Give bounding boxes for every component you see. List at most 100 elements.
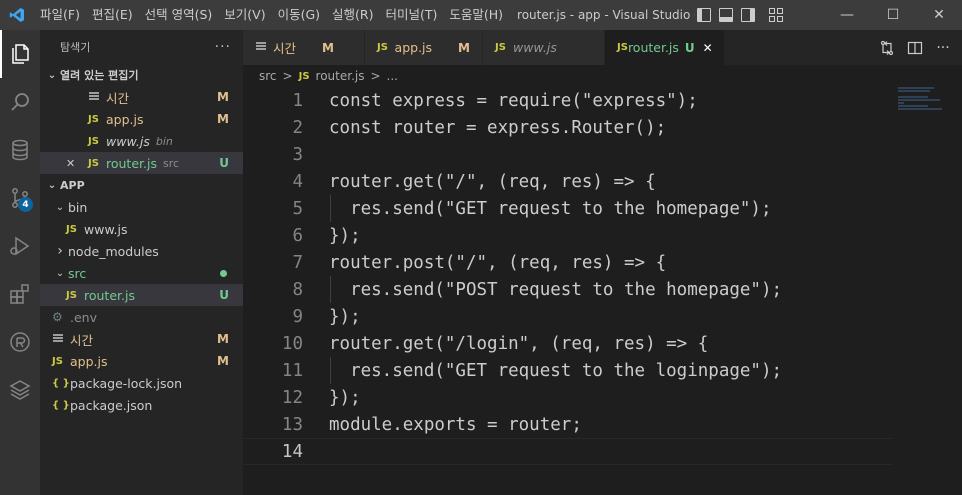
tab-www-js[interactable]: JS www.js bbox=[483, 30, 605, 65]
remote-icon[interactable] bbox=[0, 318, 40, 366]
untracked-dot bbox=[220, 269, 227, 277]
tree-item[interactable]: ⌄ bin bbox=[40, 196, 243, 218]
code-line: 1 const express = require("express"); bbox=[243, 87, 893, 114]
toggle-panel-icon[interactable] bbox=[719, 8, 734, 22]
open-editor-item[interactable]: ✕ JS router.js src U bbox=[40, 152, 243, 174]
file-label: node_modules bbox=[68, 243, 159, 259]
menu-bar: 파일(F) 편집(E) 선택 영역(S) 보기(V) 이동(G) 실행(R) 터미널(T) 도… bbox=[34, 0, 509, 30]
menu-item[interactable]: 파일(F) bbox=[34, 0, 86, 30]
tree-item[interactable]: ⚙ .env bbox=[40, 306, 243, 328]
indent-guide bbox=[330, 276, 331, 303]
breadcrumb-folder[interactable]: src bbox=[259, 69, 277, 83]
search-icon[interactable] bbox=[0, 78, 40, 126]
line-number: 11 bbox=[281, 360, 303, 381]
tab-label: app.js bbox=[394, 40, 433, 55]
tab-app-js[interactable]: JS app.js M bbox=[365, 30, 483, 65]
more-icon[interactable]: ··· bbox=[934, 39, 952, 57]
activity-bar: 4 bbox=[0, 30, 40, 495]
tree-item[interactable]: JS www.js bbox=[40, 218, 243, 240]
tab-router-js[interactable]: JS router.js U ✕ bbox=[605, 30, 725, 65]
tree-item[interactable]: ⌄ src bbox=[40, 262, 243, 284]
layout-controls bbox=[697, 8, 784, 22]
extensions-icon[interactable] bbox=[0, 270, 40, 318]
text-file-icon bbox=[255, 40, 273, 55]
database-icon[interactable] bbox=[0, 126, 40, 174]
open-editor-item[interactable]: 시간 M bbox=[40, 86, 243, 108]
line-number: 8 bbox=[292, 279, 303, 300]
close-icon[interactable]: ✕ bbox=[66, 157, 75, 170]
code-line: 5 res.send("GET request to the homepage"… bbox=[243, 195, 893, 222]
js-file-icon: JS bbox=[617, 42, 628, 53]
split-editor-icon[interactable] bbox=[906, 39, 924, 57]
line-number: 14 bbox=[281, 441, 303, 462]
code-text: router.get("/login", (req, res) => { bbox=[329, 333, 709, 354]
customize-layout-icon[interactable] bbox=[769, 8, 784, 22]
line-number: 5 bbox=[292, 198, 303, 219]
js-file-icon: JS bbox=[66, 289, 77, 301]
tree-item[interactable]: 시간 M bbox=[40, 328, 243, 350]
git-status-badge: U bbox=[219, 288, 229, 302]
js-file-icon: JS bbox=[88, 135, 99, 147]
indent-guide bbox=[330, 195, 331, 222]
json-file-icon: { } bbox=[52, 399, 70, 411]
menu-item[interactable]: 도움말(H) bbox=[443, 0, 509, 30]
js-file-icon: JS bbox=[88, 113, 99, 125]
file-label: package-lock.json bbox=[70, 375, 183, 391]
tab-label: 시간 bbox=[273, 41, 297, 56]
maximize-button[interactable]: ☐ bbox=[870, 0, 916, 30]
toggle-primary-sidebar-icon[interactable] bbox=[697, 8, 712, 22]
open-editor-item[interactable]: JS app.js M bbox=[40, 108, 243, 130]
minimap[interactable] bbox=[898, 87, 948, 117]
git-status-badge: M bbox=[217, 90, 229, 104]
breadcrumb: src > JS router.js > ... bbox=[243, 65, 962, 87]
open-editors-section[interactable]: ⌄ 열려 있는 편집기 bbox=[40, 64, 243, 86]
close-tab-icon[interactable]: ✕ bbox=[703, 41, 713, 55]
code-text: module.exports = router; bbox=[329, 414, 582, 435]
run-debug-icon[interactable] bbox=[0, 222, 40, 270]
tab-시간[interactable]: 시간 M bbox=[243, 30, 365, 65]
code-text: }); bbox=[329, 306, 361, 327]
open-editor-item[interactable]: JS www.js bin bbox=[40, 130, 243, 152]
git-status-badge: M bbox=[217, 112, 229, 126]
menu-item[interactable]: 실행(R) bbox=[326, 0, 379, 30]
tree-item[interactable]: JS app.js M bbox=[40, 350, 243, 372]
toggle-secondary-sidebar-icon[interactable] bbox=[741, 8, 756, 22]
file-label: app.js bbox=[70, 353, 108, 369]
line-number: 2 bbox=[292, 117, 303, 138]
code-editor[interactable]: 1 const express = require("express"); 2 con… bbox=[243, 87, 962, 495]
code-text: res.send("POST request to the homepage")… bbox=[329, 279, 783, 300]
open-changes-icon[interactable] bbox=[878, 39, 896, 57]
menu-item[interactable]: 보기(V) bbox=[218, 0, 271, 30]
explorer-icon[interactable] bbox=[0, 30, 40, 78]
code-line: 6}); bbox=[243, 222, 893, 249]
line-number: 6 bbox=[292, 225, 303, 246]
text-file-icon bbox=[52, 332, 70, 347]
minimize-button[interactable]: — bbox=[824, 0, 870, 30]
explorer-header: 탐색기 ··· bbox=[40, 30, 243, 64]
chevron-right-icon: › bbox=[57, 243, 63, 259]
close-window-button[interactable]: ✕ bbox=[916, 0, 962, 30]
tab-label: router.js bbox=[627, 40, 679, 55]
workspace-section[interactable]: ⌄ APP bbox=[40, 174, 243, 196]
more-actions-button[interactable]: ··· bbox=[215, 39, 231, 55]
tree-item[interactable]: { } package-lock.json bbox=[40, 372, 243, 394]
file-label: .env bbox=[70, 309, 97, 325]
tree-item[interactable]: { } package.json bbox=[40, 394, 243, 416]
chevron-down-icon: ⌄ bbox=[55, 267, 65, 279]
tree-item[interactable]: › node_modules bbox=[40, 240, 243, 262]
breadcrumb-file[interactable]: router.js bbox=[316, 69, 365, 83]
code-line: 4 router.get("/", (req, res) => { bbox=[243, 168, 893, 195]
layers-icon[interactable] bbox=[0, 366, 40, 414]
code-line: 7 router.post("/", (req, res) => { bbox=[243, 249, 893, 276]
tree-item[interactable]: JS router.js U bbox=[40, 284, 243, 306]
menu-item[interactable]: 이동(G) bbox=[272, 0, 326, 30]
vscode-logo-icon bbox=[0, 0, 34, 30]
code-text: res.send("GET request to the loginpage")… bbox=[329, 360, 783, 381]
breadcrumb-symbols[interactable]: ... bbox=[387, 69, 398, 83]
code-line: 9}); bbox=[243, 303, 893, 330]
menu-item[interactable]: 터미널(T) bbox=[380, 0, 444, 30]
source-control-icon[interactable]: 4 bbox=[0, 174, 40, 222]
code-line: 14 bbox=[243, 438, 893, 465]
menu-item[interactable]: 편집(E) bbox=[86, 0, 139, 30]
menu-item[interactable]: 선택 영역(S) bbox=[139, 0, 219, 30]
